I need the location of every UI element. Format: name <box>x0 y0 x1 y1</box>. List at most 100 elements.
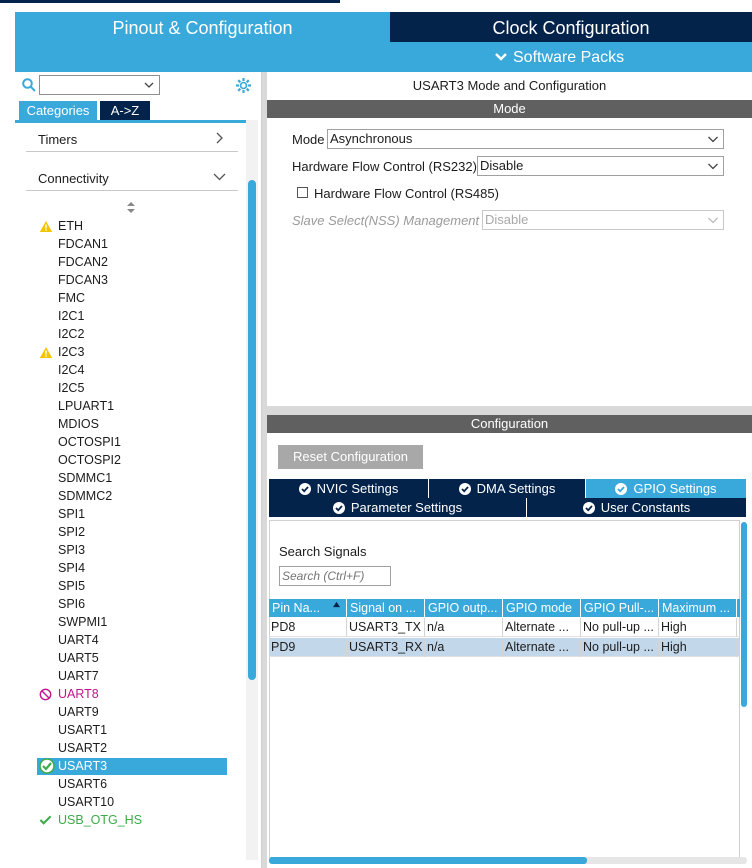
peripheral-item-usart1[interactable]: USART1 <box>58 721 107 739</box>
tab-parameter-label: Parameter Settings <box>350 500 463 515</box>
column-header[interactable]: GPIO mode <box>503 599 581 617</box>
search-signals-label: Search Signals <box>279 544 367 559</box>
peripheral-item-octospi1[interactable]: OCTOSPI1 <box>58 433 121 451</box>
table-cell: n/a <box>425 638 503 657</box>
peripheral-item-spi6[interactable]: SPI6 <box>58 595 85 613</box>
peripheral-item-spi3[interactable]: SPI3 <box>58 541 85 559</box>
peripheral-item-i2c5[interactable]: I2C5 <box>58 379 84 397</box>
nss-select[interactable]: Disable <box>482 210 724 230</box>
category-timers[interactable]: Timers <box>38 132 77 147</box>
check-circle-icon <box>39 758 55 774</box>
table-cell: No pull-up ... <box>581 638 659 657</box>
tab-dma-label: DMA Settings <box>476 481 556 496</box>
peripheral-item-uart9[interactable]: UART9 <box>58 703 99 721</box>
peripheral-item-fdcan2[interactable]: FDCAN2 <box>58 253 108 271</box>
category-search-combo[interactable] <box>39 75 160 95</box>
check-icon <box>39 814 52 826</box>
table-horizontal-scrollbar[interactable] <box>269 857 587 864</box>
tab-user-constants[interactable]: User Constants <box>527 498 746 517</box>
chevron-down-icon <box>144 82 154 88</box>
column-header[interactable]: GPIO Pull-... <box>581 599 659 617</box>
divider <box>26 190 238 191</box>
tab-dma-settings[interactable]: DMA Settings <box>429 479 585 498</box>
peripheral-item-uart7[interactable]: UART7 <box>58 667 99 685</box>
tab-clock-configuration[interactable]: Clock Configuration <box>390 12 752 42</box>
peripheral-item-swpmi1[interactable]: SWPMI1 <box>58 613 107 631</box>
peripheral-item-i2c3[interactable]: I2C3 <box>58 343 84 361</box>
section-splitter[interactable] <box>267 406 752 415</box>
reset-configuration-button[interactable]: Reset Configuration <box>278 445 423 469</box>
peripheral-item-fmc[interactable]: FMC <box>58 289 85 307</box>
peripheral-item-eth[interactable]: ETH <box>58 217 83 235</box>
chevron-down-icon[interactable] <box>213 172 226 182</box>
column-header[interactable]: GPIO outp... <box>425 599 503 617</box>
peripheral-item-octospi2[interactable]: OCTOSPI2 <box>58 451 121 469</box>
configuration-header: Configuration <box>267 415 752 433</box>
peripheral-item-usart3[interactable]: USART3 <box>58 757 107 775</box>
tab-a-to-z[interactable]: A->Z <box>100 101 150 120</box>
tab-categories[interactable]: Categories <box>19 101 97 120</box>
peripheral-item-fdcan3[interactable]: FDCAN3 <box>58 271 108 289</box>
peripheral-item-sdmmc1[interactable]: SDMMC1 <box>58 469 112 487</box>
peripheral-item-usart2[interactable]: USART2 <box>58 739 107 757</box>
peripheral-item-uart4[interactable]: UART4 <box>58 631 99 649</box>
mode-header: Mode <box>267 100 752 118</box>
column-header[interactable]: Maximum ... <box>659 599 737 617</box>
peripheral-item-usart6[interactable]: USART6 <box>58 775 107 793</box>
chevron-right-icon[interactable] <box>214 132 224 144</box>
peripheral-item-i2c1[interactable]: I2C1 <box>58 307 84 325</box>
peripheral-item-usart10[interactable]: USART10 <box>58 793 114 811</box>
peripheral-item-lpuart1[interactable]: LPUART1 <box>58 397 114 415</box>
peripheral-item-uart5[interactable]: UART5 <box>58 649 99 667</box>
search-icon[interactable] <box>22 78 36 92</box>
peripheral-item-fdcan1[interactable]: FDCAN1 <box>58 235 108 253</box>
chevron-down-icon <box>708 217 718 224</box>
search-signals-input[interactable] <box>279 566 391 586</box>
mode-label: Mode <box>292 132 325 147</box>
peripheral-item-sdmmc2[interactable]: SDMMC2 <box>58 487 112 505</box>
mode-select[interactable]: Asynchronous <box>327 129 724 149</box>
table-cell: USART3_TX <box>347 618 425 637</box>
tab-pinout-configuration[interactable]: Pinout & Configuration <box>15 12 390 42</box>
warning-icon <box>39 346 53 359</box>
software-packs-bar: Software Packs <box>15 42 752 72</box>
table-cell: PD9 <box>269 638 347 657</box>
top-strip <box>0 0 752 12</box>
peripheral-item-spi1[interactable]: SPI1 <box>58 505 85 523</box>
check-circle-icon <box>458 483 471 495</box>
peripheral-item-spi2[interactable]: SPI2 <box>58 523 85 541</box>
table-cell: No pull-up ... <box>581 618 659 637</box>
peripheral-item-i2c2[interactable]: I2C2 <box>58 325 84 343</box>
left-panel <box>15 72 262 868</box>
peripheral-item-i2c4[interactable]: I2C4 <box>58 361 84 379</box>
check-circle-icon <box>615 483 628 495</box>
tab-gpio-settings[interactable]: GPIO Settings <box>586 479 746 498</box>
column-header[interactable]: Signal on ... <box>347 599 425 617</box>
disabled-icon <box>39 688 52 701</box>
table-cell: PD8 <box>269 618 347 637</box>
table-cell: High <box>659 638 737 657</box>
nss-value: Disable <box>485 212 529 227</box>
peripheral-item-uart8[interactable]: UART8 <box>58 685 99 703</box>
hwflow-rs485-label: Hardware Flow Control (RS485) <box>314 186 499 201</box>
chevron-down-icon <box>708 136 718 143</box>
hwflow-rs485-checkbox[interactable] <box>297 187 308 198</box>
table-cell: USART3_RX <box>347 638 425 657</box>
sidebar-scrollbar-thumb[interactable] <box>248 180 256 680</box>
tab-gpio-label: GPIO Settings <box>633 481 717 496</box>
gear-icon[interactable] <box>235 77 252 94</box>
table-vertical-scrollbar[interactable] <box>741 522 747 707</box>
software-packs-label: Software Packs <box>513 49 625 66</box>
tab-parameter-settings[interactable]: Parameter Settings <box>269 498 526 517</box>
peripheral-item-spi5[interactable]: SPI5 <box>58 577 85 595</box>
peripheral-item-usb_otg_hs[interactable]: USB_OTG_HS <box>58 811 142 829</box>
hwflow-rs232-value: Disable <box>480 158 524 173</box>
tab-nvic-settings[interactable]: NVIC Settings <box>269 479 428 498</box>
category-connectivity[interactable]: Connectivity <box>38 171 109 186</box>
peripheral-item-mdios[interactable]: MDIOS <box>58 415 99 433</box>
peripheral-item-spi4[interactable]: SPI4 <box>58 559 85 577</box>
hwflow-rs232-select[interactable]: Disable <box>477 156 724 176</box>
sort-icon[interactable] <box>126 201 136 214</box>
software-packs-menu[interactable]: Software Packs <box>495 49 624 67</box>
hwflow-rs232-label: Hardware Flow Control (RS232) <box>292 159 477 174</box>
